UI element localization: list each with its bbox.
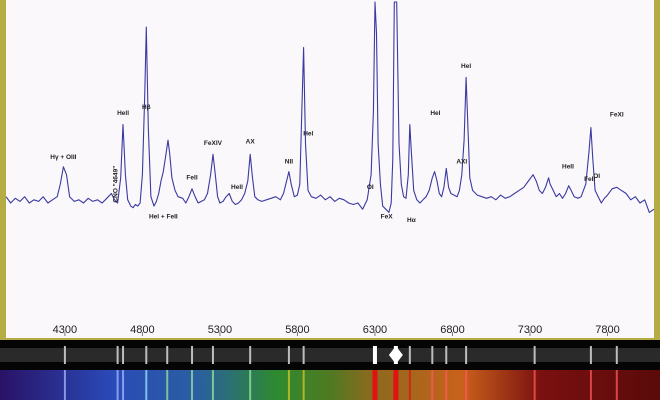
emission-line-gray [302, 346, 305, 364]
emission-line-color [431, 370, 434, 400]
series-group [6, 1, 654, 213]
line-annotation: Hel [430, 110, 440, 117]
plot-area: 4300 4800 5300 5800 6300 6800 7300 7800 Hγ + OI… [6, 0, 654, 338]
emission-line-gray [372, 346, 377, 364]
spectrum-chart: 4300 4800 5300 5800 6300 6800 7300 7800 Hγ + OI… [6, 1, 654, 336]
emission-line-color [166, 370, 169, 400]
emission-line-gray [615, 346, 618, 364]
x-tick-label: 7300 [518, 324, 542, 336]
emission-line-color [302, 370, 305, 400]
emission-line-color [116, 370, 119, 400]
line-annotation: Hel [303, 130, 313, 137]
line-annotation: AXI [456, 159, 467, 166]
line-annotation: FeXIV [204, 140, 223, 147]
emission-line-gray [166, 346, 169, 364]
emission-line-color [122, 370, 125, 400]
line-annotation: NII [285, 159, 294, 166]
emission-line-color [211, 370, 214, 400]
line-annotation: OI [593, 173, 600, 180]
emission-line-gray [211, 346, 214, 364]
x-tick-label: 6800 [440, 324, 464, 336]
emission-line-gray [116, 346, 119, 364]
line-annotation: Hβ [142, 104, 151, 111]
emission-line-color [393, 370, 399, 400]
emission-line-color [445, 370, 448, 400]
line-annotation: HeII [562, 163, 574, 170]
emission-line-color [465, 370, 468, 400]
emission-line-gray [249, 346, 252, 364]
x-tick-label: 5300 [208, 324, 232, 336]
emission-line-color [533, 370, 536, 400]
emission-line-color [145, 370, 148, 400]
line-annotation: Hell [231, 184, 243, 191]
spectrum-line [6, 1, 654, 213]
x-axis: 4300 4800 5300 5800 6300 6800 7300 7800 [53, 324, 620, 336]
emission-line-gray [408, 346, 411, 364]
emission-line-gray [191, 346, 194, 364]
spectrum-strip-grayscale [0, 340, 660, 370]
emission-line-color [191, 370, 194, 400]
line-annotation: FeX [381, 214, 394, 221]
emission-line-gray [431, 346, 434, 364]
emission-line-gray [589, 346, 592, 364]
x-tick-label: 4300 [53, 324, 77, 336]
line-annotation: FeII [186, 174, 197, 181]
emission-line-color [408, 370, 411, 400]
emission-line-gray [122, 346, 125, 364]
line-annotation: AX [246, 138, 256, 145]
x-tick-label: 4800 [130, 324, 154, 336]
emission-line-color [589, 370, 592, 400]
line-annotation: Hγ + OIII [50, 154, 76, 161]
emission-line-color [249, 370, 252, 400]
color-spectrum-band [0, 370, 660, 400]
emission-line-gray [465, 346, 468, 364]
emission-line-color [287, 370, 290, 400]
line-annotation: FeXI [610, 112, 624, 119]
emission-line-gray [533, 346, 536, 364]
line-annotation: CNO "4649" [113, 166, 120, 203]
x-tick-label: 5800 [285, 324, 309, 336]
line-annotation: Hel + FeII [149, 214, 178, 221]
emission-line-color [63, 370, 66, 400]
emission-line-gray [287, 346, 290, 364]
plot-frame: 4300 4800 5300 5800 6300 6800 7300 7800 Hγ + OI… [0, 0, 660, 340]
spectrum-strip-color [0, 370, 660, 400]
line-annotation: Hel [461, 63, 471, 70]
line-annotation: Hell [117, 110, 129, 117]
emission-line-color [615, 370, 618, 400]
x-tick-label: 7800 [595, 324, 619, 336]
continuum-band [0, 348, 660, 362]
emission-line-color [372, 370, 378, 400]
emission-line-gray [63, 346, 66, 364]
x-tick-label: 6300 [363, 324, 387, 336]
emission-line-gray [445, 346, 448, 364]
emission-line-gray [145, 346, 148, 364]
line-annotation: Hα [407, 217, 416, 224]
line-annotation: OI [367, 184, 374, 191]
